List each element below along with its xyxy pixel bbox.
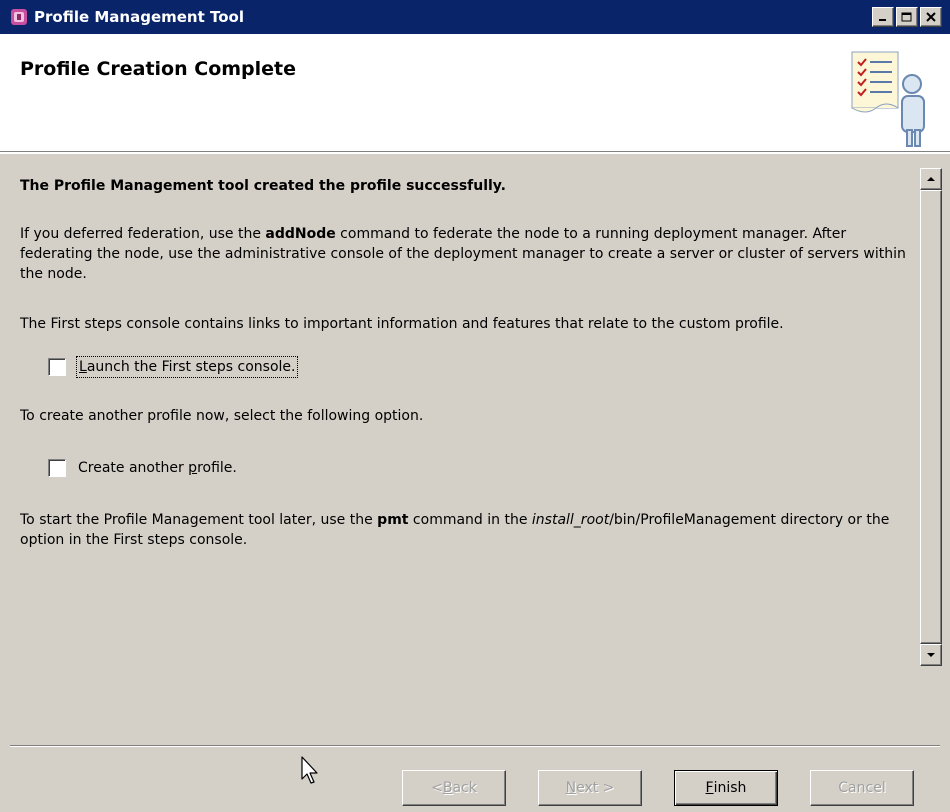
addnode-command: addNode bbox=[265, 226, 336, 242]
deferred-federation-text: If you deferred federation, use the addN… bbox=[20, 224, 912, 284]
wizard-header: Profile Creation Complete bbox=[0, 34, 950, 152]
another-label-pre: Create another bbox=[78, 460, 189, 476]
cancel-button[interactable]: Cancel bbox=[810, 770, 914, 806]
install-root-path: install_root bbox=[531, 512, 610, 528]
back-label-mnemonic: B bbox=[442, 780, 453, 796]
scroll-up-button[interactable] bbox=[920, 168, 942, 190]
pmt-text-mid: command in the bbox=[408, 512, 532, 528]
pmt-text-pre: To start the Profile Management tool lat… bbox=[20, 512, 378, 528]
finish-label-post: inish bbox=[713, 780, 747, 796]
next-label-post: ext > bbox=[576, 780, 615, 796]
wizard-content: The Profile Management tool created the … bbox=[0, 153, 950, 688]
minimize-button[interactable] bbox=[872, 7, 894, 27]
window-controls bbox=[872, 7, 942, 27]
content-scrollbar[interactable] bbox=[920, 168, 942, 666]
close-button[interactable] bbox=[920, 7, 942, 27]
back-label-post: ack bbox=[452, 780, 477, 796]
scrollbar-thumb[interactable] bbox=[920, 190, 942, 644]
finish-button[interactable]: Finish bbox=[674, 770, 778, 806]
title-bar[interactable]: Profile Management Tool bbox=[0, 0, 950, 34]
profile-tool-app-icon bbox=[10, 8, 28, 26]
next-label-mnemonic: N bbox=[565, 780, 577, 796]
checklist-person-icon bbox=[846, 44, 942, 148]
another-label-post: rofile. bbox=[197, 460, 237, 476]
launch-label-rest: aunch the First steps console. bbox=[86, 359, 296, 375]
scroll-up-arrow-icon bbox=[927, 177, 935, 181]
back-label-pre: < bbox=[431, 780, 443, 796]
scroll-down-button[interactable] bbox=[920, 644, 942, 666]
back-button[interactable]: < Back bbox=[402, 770, 506, 806]
maximize-button[interactable] bbox=[896, 7, 918, 27]
mouse-pointer-icon bbox=[300, 755, 322, 785]
create-another-profile-row[interactable]: Create another profile. bbox=[48, 458, 912, 478]
launch-first-steps-label[interactable]: Launch the First steps console. bbox=[76, 356, 299, 378]
pmt-instructions: To start the Profile Management tool lat… bbox=[20, 510, 912, 550]
launch-first-steps-checkbox[interactable] bbox=[48, 358, 66, 376]
success-message: The Profile Management tool created the … bbox=[20, 178, 506, 194]
window-title: Profile Management Tool bbox=[34, 8, 244, 26]
scroll-down-arrow-icon bbox=[927, 653, 935, 657]
create-another-profile-checkbox[interactable] bbox=[48, 459, 66, 477]
first-steps-info: The First steps console contains links t… bbox=[20, 316, 784, 332]
launch-first-steps-row[interactable]: Launch the First steps console. bbox=[48, 356, 912, 378]
another-label-mnemonic: p bbox=[188, 460, 198, 476]
create-another-profile-label[interactable]: Create another profile. bbox=[76, 458, 239, 478]
content-panel: The Profile Management tool created the … bbox=[20, 176, 912, 550]
another-profile-info: To create another profile now, select th… bbox=[20, 408, 424, 424]
launch-label-mnemonic: L bbox=[79, 359, 87, 375]
deferred-text-pre: If you deferred federation, use the bbox=[20, 226, 266, 242]
page-title: Profile Creation Complete bbox=[20, 58, 297, 80]
button-bar-divider bbox=[10, 745, 940, 747]
next-button[interactable]: Next > bbox=[538, 770, 642, 806]
pmt-command: pmt bbox=[377, 512, 409, 528]
finish-label-mnemonic: F bbox=[705, 780, 714, 796]
